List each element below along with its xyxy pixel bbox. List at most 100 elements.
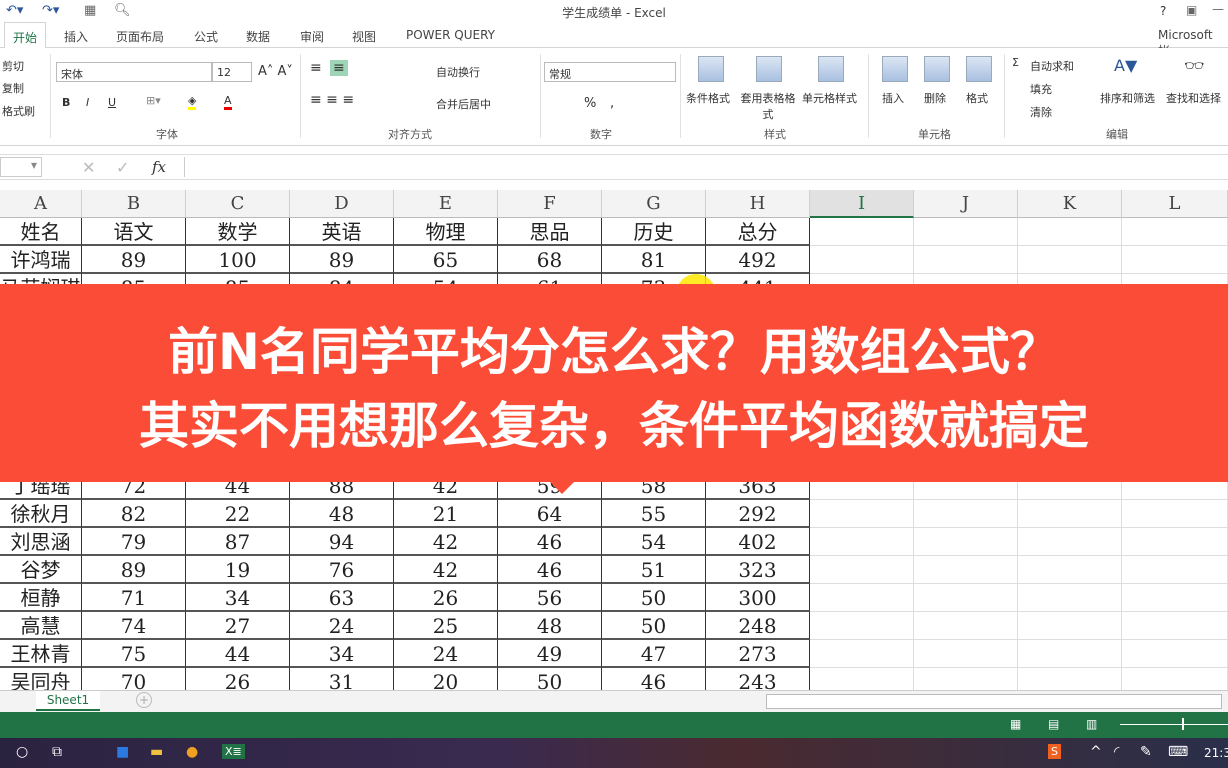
- cell[interactable]: 82: [82, 500, 186, 528]
- cell[interactable]: [810, 584, 914, 612]
- cell[interactable]: 46: [602, 668, 706, 690]
- cell[interactable]: [1122, 500, 1228, 528]
- app-icon[interactable]: ■: [116, 744, 129, 760]
- bold-button[interactable]: B: [62, 96, 70, 109]
- cell[interactable]: 51: [602, 556, 706, 584]
- cell[interactable]: 79: [82, 528, 186, 556]
- autosum-button[interactable]: 自动求和: [1030, 58, 1074, 74]
- cell[interactable]: 50: [602, 584, 706, 612]
- grow-font-icon[interactable]: A˄ A˅: [258, 64, 293, 79]
- align-top-icon[interactable]: ≡: [310, 60, 322, 76]
- tab-power-query[interactable]: POWER QUERY: [406, 28, 495, 42]
- cell[interactable]: 25: [394, 612, 498, 640]
- cell[interactable]: 26: [394, 584, 498, 612]
- cell[interactable]: 42: [394, 528, 498, 556]
- cell[interactable]: 89: [82, 246, 186, 274]
- cancel-icon[interactable]: ✕: [82, 158, 95, 177]
- cell[interactable]: 300: [706, 584, 810, 612]
- cell[interactable]: 22: [186, 500, 290, 528]
- delete-button[interactable]: 删除: [924, 90, 946, 106]
- cell[interactable]: [810, 640, 914, 668]
- cell[interactable]: 英语: [290, 218, 394, 246]
- cell[interactable]: [810, 218, 914, 246]
- cell[interactable]: 68: [498, 246, 602, 274]
- zoom-slider[interactable]: [1120, 724, 1228, 725]
- border-icon[interactable]: ⊞▾: [146, 94, 161, 107]
- cut-button[interactable]: 剪切: [2, 58, 24, 74]
- cell[interactable]: [914, 612, 1018, 640]
- cell[interactable]: 34: [186, 584, 290, 612]
- pen-icon[interactable]: ✎: [1140, 744, 1152, 760]
- minimize-icon[interactable]: —: [1212, 2, 1224, 16]
- cell[interactable]: 26: [186, 668, 290, 690]
- clear-button[interactable]: 清除: [1030, 104, 1052, 120]
- insert-function-button[interactable]: fx: [152, 158, 166, 176]
- cell[interactable]: 89: [290, 246, 394, 274]
- cell[interactable]: [1018, 668, 1122, 690]
- cell[interactable]: 高慧: [0, 612, 82, 640]
- column-header-J[interactable]: J: [914, 190, 1018, 218]
- cell[interactable]: 48: [290, 500, 394, 528]
- cell[interactable]: 刘思涵: [0, 528, 82, 556]
- cell[interactable]: 19: [186, 556, 290, 584]
- cell[interactable]: 42: [394, 556, 498, 584]
- cell[interactable]: 物理: [394, 218, 498, 246]
- column-header-E[interactable]: E: [394, 190, 498, 218]
- cell[interactable]: 24: [394, 640, 498, 668]
- underline-button[interactable]: U: [108, 96, 116, 109]
- column-header-I[interactable]: I: [810, 190, 914, 218]
- cell[interactable]: 王林青: [0, 640, 82, 668]
- fill-color-icon[interactable]: ◈: [188, 94, 197, 110]
- ribbon-display-icon[interactable]: ▣: [1186, 3, 1197, 17]
- cell[interactable]: [810, 246, 914, 274]
- cell[interactable]: 492: [706, 246, 810, 274]
- cell[interactable]: [1018, 556, 1122, 584]
- cell[interactable]: 56: [498, 584, 602, 612]
- cell[interactable]: 46: [498, 528, 602, 556]
- cell[interactable]: 74: [82, 612, 186, 640]
- cell[interactable]: 273: [706, 640, 810, 668]
- tab-home[interactable]: 开始: [4, 22, 47, 49]
- cell[interactable]: [1122, 556, 1228, 584]
- column-header-H[interactable]: H: [706, 190, 810, 218]
- cell[interactable]: [914, 668, 1018, 690]
- cell[interactable]: [1122, 528, 1228, 556]
- cell[interactable]: 402: [706, 528, 810, 556]
- cell[interactable]: 63: [290, 584, 394, 612]
- cell[interactable]: [1122, 668, 1228, 690]
- wrap-text-button[interactable]: 自动换行: [436, 64, 480, 80]
- cell[interactable]: [1018, 218, 1122, 246]
- cell-styles-button[interactable]: 单元格样式: [802, 90, 857, 106]
- cell[interactable]: [1122, 218, 1228, 246]
- cell[interactable]: 75: [82, 640, 186, 668]
- cell[interactable]: 54: [602, 528, 706, 556]
- format-as-table-button[interactable]: 套用表格格式: [740, 90, 796, 122]
- tab-insert[interactable]: 插入: [64, 28, 88, 45]
- network-icon[interactable]: ◜: [1114, 744, 1119, 760]
- add-sheet-button[interactable]: +: [136, 692, 152, 708]
- cell[interactable]: [914, 584, 1018, 612]
- tab-review[interactable]: 审阅: [300, 28, 324, 45]
- cell[interactable]: 桓静: [0, 584, 82, 612]
- font-color-icon[interactable]: A: [224, 94, 232, 110]
- cell[interactable]: 248: [706, 612, 810, 640]
- cell[interactable]: 姓名: [0, 218, 82, 246]
- cell[interactable]: 100: [186, 246, 290, 274]
- column-header-D[interactable]: D: [290, 190, 394, 218]
- name-box[interactable]: ▾: [0, 157, 42, 177]
- cell[interactable]: 徐秋月: [0, 500, 82, 528]
- merge-center-button[interactable]: 合并后居中: [436, 96, 491, 112]
- zoom-slider-thumb[interactable]: [1182, 718, 1184, 730]
- cell[interactable]: 44: [186, 640, 290, 668]
- cell[interactable]: [810, 612, 914, 640]
- insert-button[interactable]: 插入: [882, 90, 904, 106]
- cell[interactable]: 55: [602, 500, 706, 528]
- show-hidden-icon[interactable]: ^: [1090, 744, 1102, 760]
- enter-icon[interactable]: ✓: [116, 158, 129, 177]
- cell[interactable]: 20: [394, 668, 498, 690]
- percent-button[interactable]: %: [584, 96, 596, 111]
- horizontal-scrollbar[interactable]: [766, 694, 1222, 709]
- column-header-F[interactable]: F: [498, 190, 602, 218]
- cell[interactable]: 历史: [602, 218, 706, 246]
- cell[interactable]: [1122, 246, 1228, 274]
